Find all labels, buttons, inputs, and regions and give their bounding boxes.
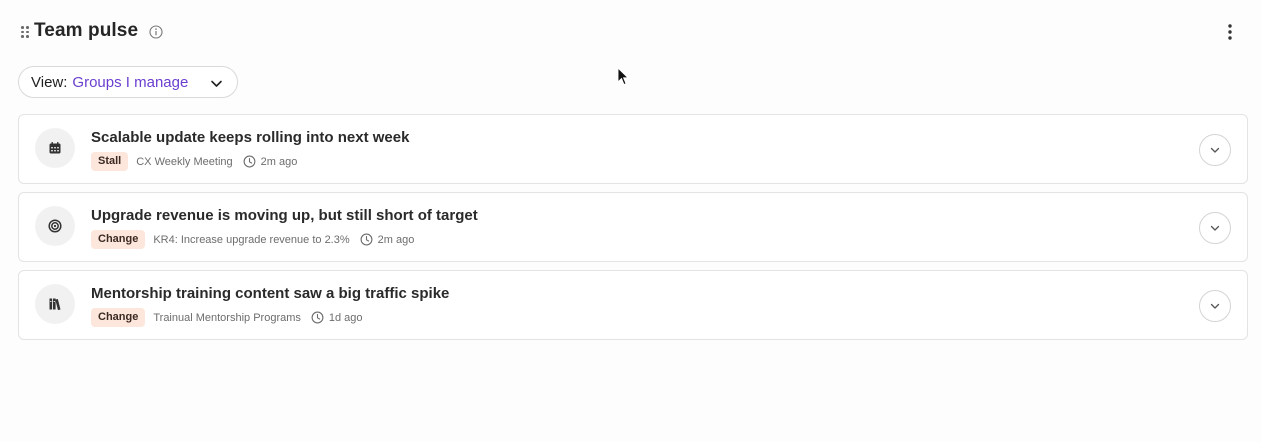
widget-title: Team pulse — [34, 20, 139, 41]
card-meta: Change KR4: Increase upgrade revenue to … — [91, 230, 414, 249]
card-time: 1d ago — [328, 311, 363, 324]
widget-header: Team pulse — [0, 0, 1262, 64]
chevron-down-icon — [211, 80, 222, 87]
card-title: Upgrade revenue is moving up, but still … — [91, 207, 478, 224]
card-source[interactable]: CX Weekly Meeting — [136, 156, 232, 168]
mouse-cursor-icon — [617, 67, 629, 86]
clock-icon — [243, 155, 256, 168]
status-badge: Change — [91, 308, 146, 327]
drag-handle-icon[interactable] — [21, 26, 29, 38]
view-dropdown[interactable]: View: Groups I manage — [18, 66, 238, 98]
target-icon — [48, 219, 62, 233]
card-icon-wrapper — [35, 284, 75, 324]
chevron-down-icon — [1210, 147, 1220, 153]
more-vertical-icon[interactable] — [1222, 22, 1238, 42]
expand-button[interactable] — [1199, 134, 1231, 166]
calendar-icon — [49, 142, 61, 154]
card-title: Scalable update keeps rolling into next … — [91, 129, 410, 146]
clock-icon — [360, 233, 373, 246]
view-label: View: — [31, 73, 68, 91]
card-meta: Change Trainual Mentorship Programs 1d a… — [91, 308, 363, 327]
view-selected-value: Groups I manage — [72, 73, 189, 91]
pulse-card[interactable]: Upgrade revenue is moving up, but still … — [18, 192, 1248, 262]
pulse-card[interactable]: Mentorship training content saw a big tr… — [18, 270, 1248, 340]
chevron-down-icon — [1210, 225, 1220, 231]
clock-icon — [311, 311, 324, 324]
card-icon-wrapper — [35, 128, 75, 168]
card-time: 2m ago — [377, 233, 415, 246]
card-icon-wrapper — [35, 206, 75, 246]
chevron-down-icon — [1210, 303, 1220, 309]
card-source[interactable]: Trainual Mentorship Programs — [153, 312, 301, 324]
card-title: Mentorship training content saw a big tr… — [91, 285, 450, 302]
card-meta: Stall CX Weekly Meeting 2m ago — [91, 152, 297, 171]
card-source[interactable]: KR4: Increase upgrade revenue to 2.3% — [153, 234, 349, 246]
status-badge: Stall — [91, 152, 129, 171]
expand-button[interactable] — [1199, 212, 1231, 244]
expand-button[interactable] — [1199, 290, 1231, 322]
status-badge: Change — [91, 230, 146, 249]
books-icon — [49, 298, 61, 311]
card-time: 2m ago — [260, 155, 298, 168]
info-icon[interactable] — [149, 25, 163, 39]
pulse-card[interactable]: Scalable update keeps rolling into next … — [18, 114, 1248, 184]
